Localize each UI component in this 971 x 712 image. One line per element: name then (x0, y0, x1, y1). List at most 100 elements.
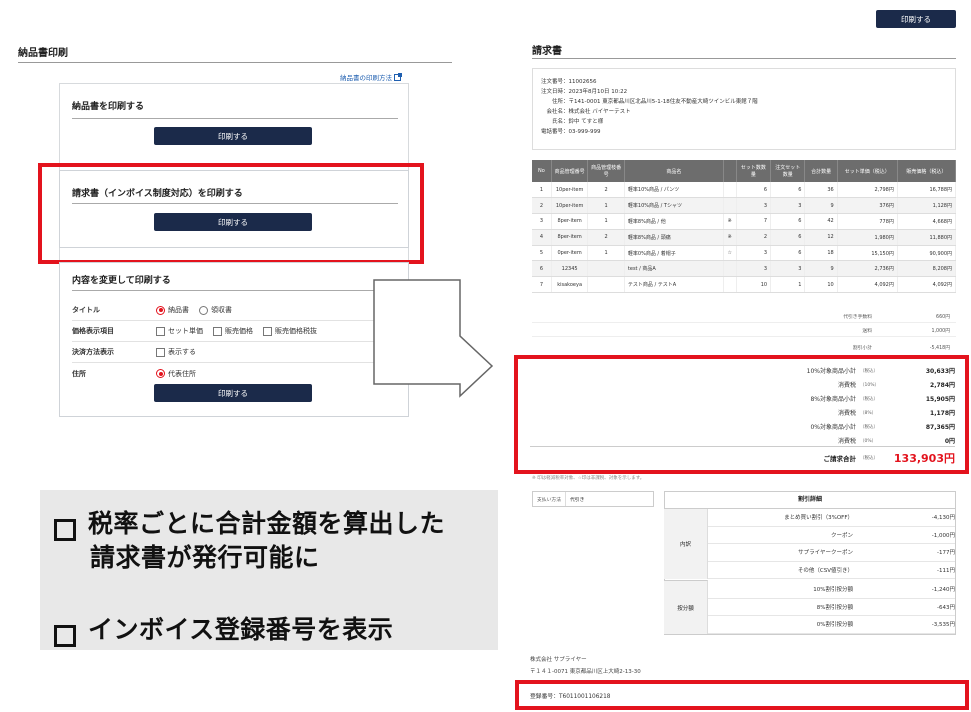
table-cell: test / 商品A (624, 260, 724, 278)
table-cell: 軽率10%商品 / Tシャツ (624, 197, 724, 215)
checkbox-icon (263, 326, 272, 336)
discount-row: その他（CSV値引き） -111円 (708, 562, 955, 579)
table-cell: 2 (736, 229, 772, 246)
form-label: 住所 (72, 369, 86, 378)
table-cell: 6 (770, 213, 806, 230)
table-cell: kisakoeya (551, 276, 589, 294)
invoice-title: 請求書 (532, 46, 562, 57)
table-cell (587, 276, 625, 294)
table-cell: 6 (770, 229, 806, 246)
supplier-address: 〒１４１-0071 東京都品川区上大崎2-13-30 (530, 668, 641, 675)
form-row-payment: 決済方法表示 表示する (72, 342, 402, 363)
delivery-heading: 納品書を印刷する (72, 102, 145, 112)
discount-row: 10%割引按分額 -1,240円 (708, 581, 955, 599)
right-arrow-icon (373, 279, 494, 398)
payment-value: 代引き (565, 492, 584, 506)
discount-row: 8%割引按分額 -643円 (708, 599, 955, 616)
print-method-link[interactable]: 納品書の印刷方法 (340, 72, 402, 82)
square-bullet-icon (54, 624, 76, 647)
checkbox-sale-price[interactable]: 販売価格 (213, 326, 253, 336)
order-info: 注文番号：11002656 注文日時：2023年8月10日 10:22 住所：〒… (532, 68, 956, 150)
payment-label: 支払い方法 (537, 497, 561, 503)
discount-row: 0%割引按分額 -3,535円 (708, 616, 955, 634)
col-header: No (532, 160, 552, 182)
discount-label: まとめ買い割引（3%OFF） (784, 515, 853, 522)
table-cell: 1,128円 (897, 197, 957, 215)
delivery-rule (72, 118, 398, 119)
option-label: 表示する (168, 348, 196, 356)
discount-value: -177円 (937, 550, 955, 557)
table-cell: 2 (587, 182, 625, 199)
fee-label: 割引小計 (852, 345, 872, 351)
table-cell: 1 (587, 213, 625, 230)
table-cell: 軽率8%商品 / 他 (624, 213, 724, 230)
table-cell: 軽率8%商品 / 頭痛 (624, 229, 724, 246)
radio-icon (199, 305, 208, 315)
table-cell: 2,798円 (837, 182, 898, 199)
radio-checked-icon (156, 305, 165, 315)
table-cell: 軽率10%商品 / パンツ (624, 182, 724, 199)
discount-group-breakdown: 内訳 (664, 509, 708, 579)
table-cell: 4 (532, 229, 552, 246)
table-cell: 1 (532, 182, 552, 199)
table-cell: 6 (770, 245, 806, 262)
top-print-button[interactable]: 印刷する (876, 10, 956, 28)
group-label: 按分額 (677, 605, 694, 612)
custom-rule (72, 290, 398, 291)
print-delivery-button[interactable]: 印刷する (154, 127, 312, 145)
checkbox-icon (156, 326, 165, 336)
discount-value: -1,000円 (931, 532, 955, 539)
table-row: 7 kisakoeya テスト商品 / テストA 10 1 10 4,092円 4,092円 (532, 276, 957, 294)
fee-row: 送料 1,000円 (532, 325, 956, 337)
table-cell: 3 (736, 260, 772, 278)
discount-row: クーポン -1,000円 (708, 527, 955, 544)
col-header (723, 160, 737, 182)
table-cell: 3 (736, 197, 772, 215)
checkbox-sale-price-ex-tax[interactable]: 販売価格税抜 (263, 326, 317, 336)
table-cell: 1 (587, 245, 625, 262)
discount-label: 0%割引按分額 (816, 622, 853, 629)
items-table: No 商品管理番号 商品管理枝番号 商品名 セット数数量 注文セット数量 合計数… (532, 160, 957, 294)
print-custom-button[interactable]: 印刷する (154, 384, 312, 402)
items-table-wrap: No 商品管理番号 商品管理枝番号 商品名 セット数数量 注文セット数量 合計数… (532, 160, 957, 294)
table-cell: 9 (804, 197, 838, 215)
fee-label: 代引き手数料 (843, 315, 872, 320)
phone: 電話番号：03-999-999 (541, 129, 601, 135)
checkbox-show-payment[interactable]: 表示する (156, 347, 196, 357)
radio-main-address[interactable]: 代表住所 (156, 369, 196, 379)
table-cell: ※ (723, 229, 737, 246)
table-cell (723, 260, 737, 278)
table-cell: 7 (532, 276, 552, 294)
invoice-title-rule (532, 58, 956, 59)
fee-value: -5,418円 (929, 345, 950, 351)
table-cell: 10 (736, 276, 772, 294)
discount-row: まとめ買い割引（3%OFF） -4,130円 (708, 509, 955, 527)
table-cell: 5 (532, 245, 552, 262)
radio-receipt[interactable]: 領収書 (199, 305, 232, 315)
table-cell: 1,980円 (837, 229, 898, 246)
table-cell: 2 (532, 197, 552, 215)
table-row: 2 10per-item 1 軽率10%商品 / Tシャツ 3 3 9 376円 1,128円 (532, 197, 957, 215)
callout-line-2: 請求書が発行可能に (90, 543, 320, 572)
option-label: 納品書 (168, 306, 189, 314)
checkbox-set-price[interactable]: セット単価 (156, 326, 203, 336)
table-cell: 11,880円 (897, 229, 957, 246)
checkbox-icon (213, 326, 222, 336)
table-row: 4 8per-item 2 軽率8%商品 / 頭痛 ※ 2 6 12 1,980円 11,880円 (532, 229, 957, 246)
option-label: 販売価格税抜 (275, 327, 317, 335)
external-link-icon (394, 72, 402, 81)
radio-delivery[interactable]: 納品書 (156, 305, 189, 315)
option-label: 領収書 (211, 306, 232, 314)
table-cell: 16,788円 (897, 182, 957, 199)
discount-value: -643円 (937, 604, 955, 611)
form-row-address: 住所 代表住所 (72, 363, 402, 384)
col-header: 商品管理番号 (551, 160, 589, 182)
callout-item-tax-rate: 税率ごとに合計金額を算出した (54, 504, 445, 541)
order-date: 注文日時：2023年8月10日 10:22 (541, 89, 628, 95)
table-cell: 10 (804, 276, 838, 294)
table-cell: 376円 (837, 197, 898, 215)
table-cell: 8per-item (551, 229, 589, 246)
invoice-panel-highlight (38, 163, 424, 264)
footnote: ※ 印は軽減税率対象、☆印は非課税、対象を示します。 (532, 476, 645, 481)
col-header: セット数数量 (736, 160, 772, 182)
